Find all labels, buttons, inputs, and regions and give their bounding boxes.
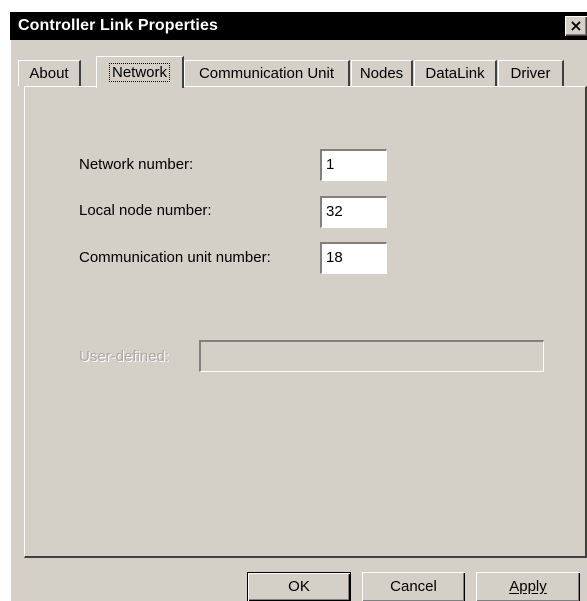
tab-network[interactable]: Network <box>96 56 184 88</box>
network-number-field[interactable]: 1 <box>320 149 387 181</box>
properties-dialog: Controller Link Properties × About Netwo… <box>10 12 587 601</box>
tab-communication-unit-label: Communication Unit <box>198 65 335 82</box>
communication-unit-number-field[interactable]: 18 <box>320 242 387 274</box>
title-bar[interactable]: Controller Link Properties × <box>10 12 587 40</box>
tab-driver[interactable]: Driver <box>498 60 564 86</box>
cancel-button[interactable]: Cancel <box>362 572 465 601</box>
window-title: Controller Link Properties <box>18 17 218 34</box>
tab-nodes-label: Nodes <box>359 65 404 82</box>
local-node-number-label: Local node number: <box>79 202 212 219</box>
local-node-number-field[interactable]: 32 <box>320 196 387 228</box>
tab-datalink-label: DataLink <box>425 65 485 82</box>
apply-button-label: Apply <box>509 578 547 595</box>
tab-about-label: About <box>29 65 69 82</box>
user-defined-field <box>199 340 544 372</box>
close-button[interactable]: × <box>565 16 587 36</box>
network-number-label: Network number: <box>79 156 194 173</box>
network-tab-panel: Network number: 1 Local node number: 32 … <box>24 86 587 558</box>
tab-datalink[interactable]: DataLink <box>414 60 497 86</box>
apply-button[interactable]: Apply <box>476 572 580 601</box>
close-icon: × <box>569 16 583 35</box>
tab-nodes[interactable]: Nodes <box>351 60 413 86</box>
user-defined-label: User-defined: <box>79 348 170 365</box>
tab-driver-label: Driver <box>510 65 551 82</box>
tab-communication-unit[interactable]: Communication Unit <box>184 60 350 86</box>
ok-button[interactable]: OK <box>247 572 351 601</box>
communication-unit-number-label: Communication unit number: <box>79 249 271 266</box>
tab-network-label: Network <box>108 63 171 82</box>
tab-about[interactable]: About <box>18 60 81 86</box>
screen: Controller Link Properties × About Netwo… <box>0 0 587 601</box>
